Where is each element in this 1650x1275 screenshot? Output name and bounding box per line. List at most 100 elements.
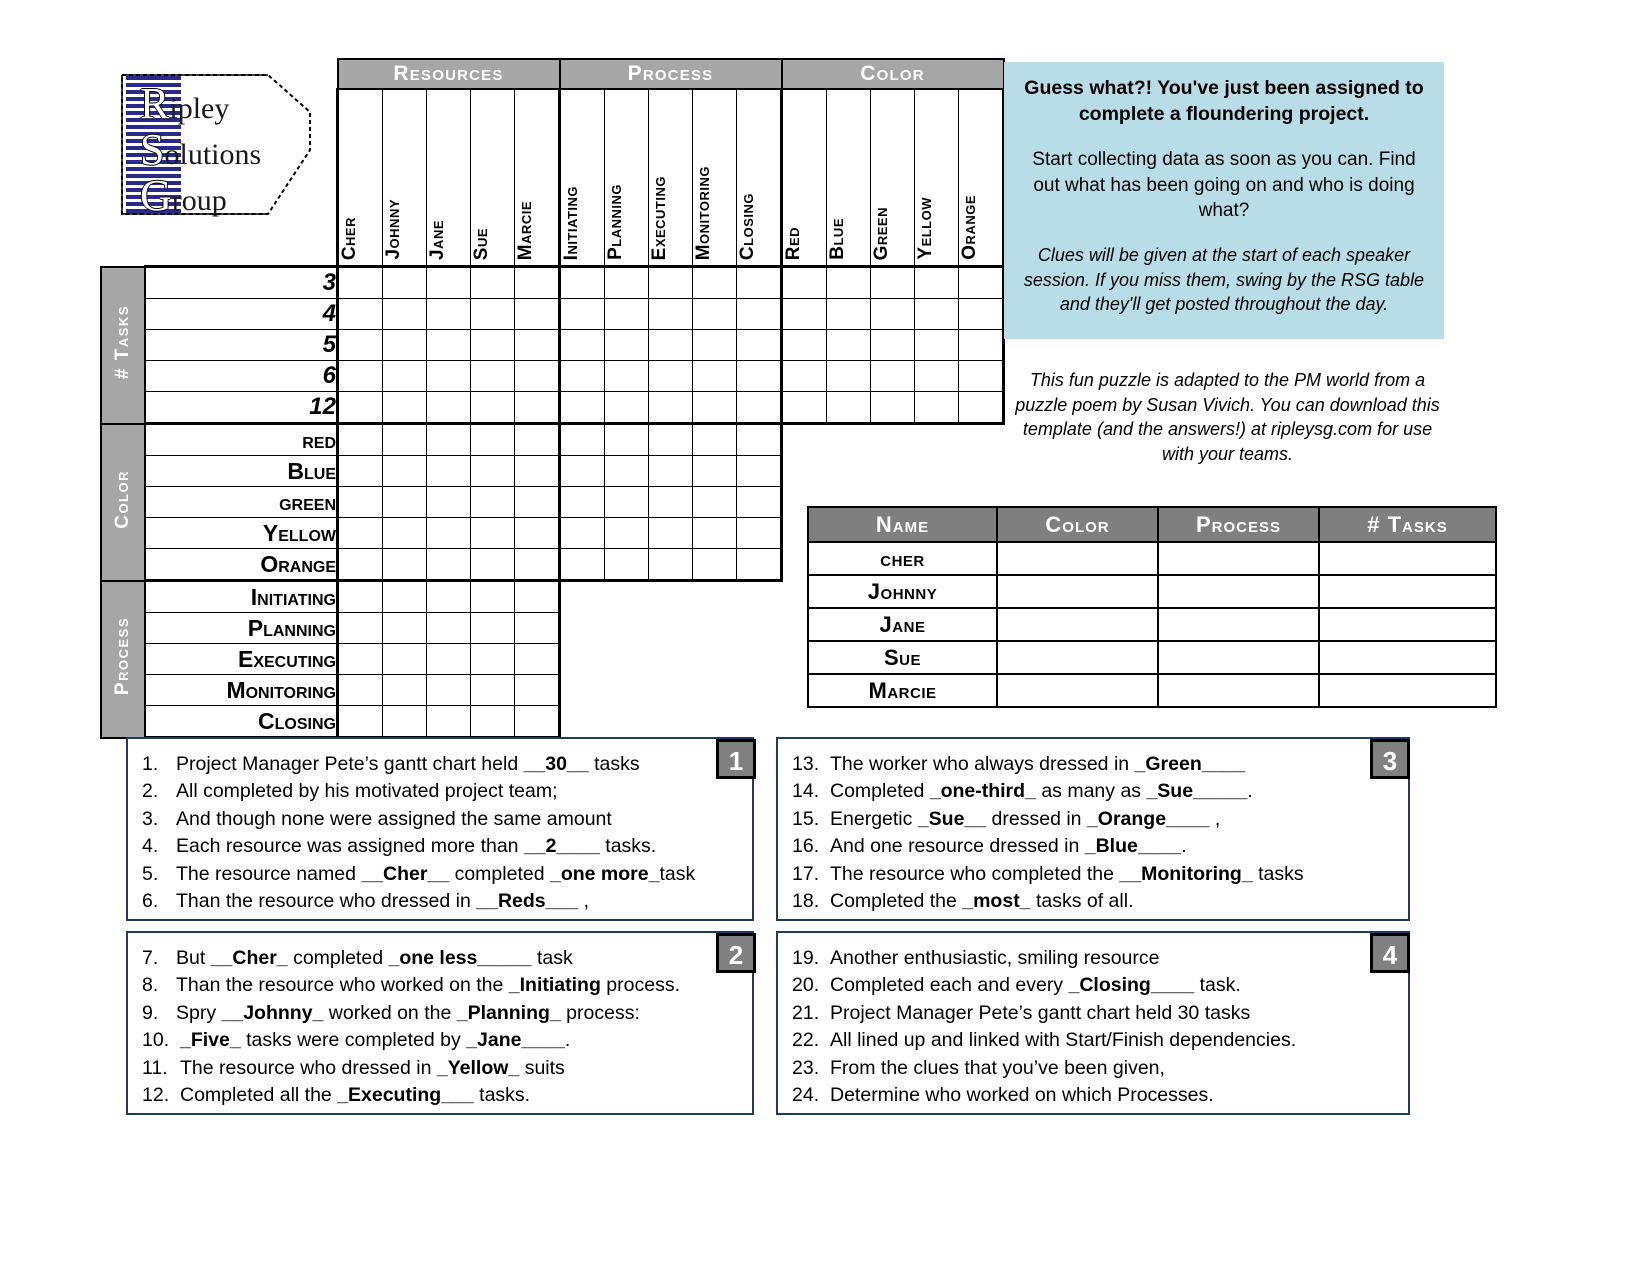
grid-cell[interactable] xyxy=(426,486,471,518)
grid-cell[interactable] xyxy=(558,298,605,330)
grid-cell[interactable] xyxy=(558,265,605,299)
grid-cell[interactable] xyxy=(336,329,383,361)
grid-cell[interactable] xyxy=(604,265,649,299)
grid-cell[interactable] xyxy=(648,329,693,361)
grid-cell[interactable] xyxy=(382,391,427,425)
grid-cell[interactable] xyxy=(470,455,515,487)
grid-cell[interactable] xyxy=(426,265,471,299)
grid-cell[interactable] xyxy=(558,391,605,425)
grid-cell[interactable] xyxy=(514,517,560,549)
answer-input-process-jane[interactable] xyxy=(1157,607,1320,642)
grid-cell[interactable] xyxy=(426,643,471,675)
grid-cell[interactable] xyxy=(558,360,605,392)
grid-cell[interactable] xyxy=(958,265,1005,299)
grid-cell[interactable] xyxy=(382,329,427,361)
grid-cell[interactable] xyxy=(558,486,605,518)
grid-cell[interactable] xyxy=(736,391,782,425)
grid-cell[interactable] xyxy=(604,360,649,392)
grid-cell[interactable] xyxy=(426,422,471,456)
grid-cell[interactable] xyxy=(692,455,737,487)
grid-cell[interactable] xyxy=(736,486,783,518)
grid-cell[interactable] xyxy=(648,265,693,299)
grid-cell[interactable] xyxy=(470,391,515,425)
grid-cell[interactable] xyxy=(514,360,560,392)
grid-cell[interactable] xyxy=(826,329,871,361)
answer-input-process-marcie[interactable] xyxy=(1157,673,1320,708)
answer-input-tasks-jane[interactable] xyxy=(1318,607,1497,642)
grid-cell[interactable] xyxy=(382,579,427,613)
grid-cell[interactable] xyxy=(426,705,471,739)
grid-cell[interactable] xyxy=(914,360,959,392)
grid-cell[interactable] xyxy=(958,391,1005,425)
grid-cell[interactable] xyxy=(692,486,737,518)
grid-cell[interactable] xyxy=(558,517,605,549)
grid-cell[interactable] xyxy=(648,298,693,330)
grid-cell[interactable] xyxy=(470,579,515,613)
grid-cell[interactable] xyxy=(826,265,871,299)
grid-cell[interactable] xyxy=(336,298,383,330)
grid-cell[interactable] xyxy=(780,360,827,392)
grid-cell[interactable] xyxy=(604,455,649,487)
grid-cell[interactable] xyxy=(382,360,427,392)
grid-cell[interactable] xyxy=(780,329,827,361)
grid-cell[interactable] xyxy=(426,548,471,582)
grid-cell[interactable] xyxy=(336,643,383,675)
grid-cell[interactable] xyxy=(558,455,605,487)
grid-cell[interactable] xyxy=(604,517,649,549)
grid-cell[interactable] xyxy=(736,548,783,582)
grid-cell[interactable] xyxy=(514,548,560,582)
answer-input-tasks-sue[interactable] xyxy=(1318,640,1497,675)
grid-cell[interactable] xyxy=(604,486,649,518)
grid-cell[interactable] xyxy=(736,422,783,456)
answer-input-color-johnny[interactable] xyxy=(996,574,1159,609)
grid-cell[interactable] xyxy=(780,265,827,299)
grid-cell[interactable] xyxy=(692,517,737,549)
grid-cell[interactable] xyxy=(558,548,605,582)
grid-cell[interactable] xyxy=(514,486,560,518)
grid-cell[interactable] xyxy=(648,391,693,425)
grid-cell[interactable] xyxy=(514,579,561,613)
grid-cell[interactable] xyxy=(692,391,737,425)
grid-cell[interactable] xyxy=(382,643,427,675)
grid-cell[interactable] xyxy=(426,517,471,549)
grid-cell[interactable] xyxy=(382,612,427,644)
grid-cell[interactable] xyxy=(382,422,427,456)
grid-cell[interactable] xyxy=(736,517,783,549)
grid-cell[interactable] xyxy=(736,360,782,392)
grid-cell[interactable] xyxy=(336,579,383,613)
grid-cell[interactable] xyxy=(426,360,471,392)
grid-cell[interactable] xyxy=(692,422,737,456)
grid-cell[interactable] xyxy=(336,486,383,518)
grid-cell[interactable] xyxy=(604,329,649,361)
grid-cell[interactable] xyxy=(604,548,649,582)
grid-cell[interactable] xyxy=(870,329,915,361)
grid-cell[interactable] xyxy=(514,455,560,487)
grid-cell[interactable] xyxy=(870,391,915,425)
grid-cell[interactable] xyxy=(336,517,383,549)
grid-cell[interactable] xyxy=(558,329,605,361)
grid-cell[interactable] xyxy=(382,265,427,299)
grid-cell[interactable] xyxy=(692,265,737,299)
grid-cell[interactable] xyxy=(826,298,871,330)
grid-cell[interactable] xyxy=(336,548,383,582)
grid-cell[interactable] xyxy=(604,391,649,425)
grid-cell[interactable] xyxy=(382,486,427,518)
grid-cell[interactable] xyxy=(870,360,915,392)
grid-cell[interactable] xyxy=(336,265,383,299)
grid-cell[interactable] xyxy=(736,329,782,361)
grid-cell[interactable] xyxy=(914,329,959,361)
grid-cell[interactable] xyxy=(336,455,383,487)
grid-cell[interactable] xyxy=(426,391,471,425)
grid-cell[interactable] xyxy=(382,548,427,582)
grid-cell[interactable] xyxy=(336,705,383,739)
grid-cell[interactable] xyxy=(736,265,782,299)
answer-input-color-cher[interactable] xyxy=(996,541,1159,576)
grid-cell[interactable] xyxy=(736,298,782,330)
answer-input-tasks-marcie[interactable] xyxy=(1318,673,1497,708)
grid-cell[interactable] xyxy=(692,548,737,582)
grid-cell[interactable] xyxy=(514,298,560,330)
grid-cell[interactable] xyxy=(470,548,515,582)
grid-cell[interactable] xyxy=(514,391,560,425)
grid-cell[interactable] xyxy=(604,422,649,456)
grid-cell[interactable] xyxy=(648,517,693,549)
